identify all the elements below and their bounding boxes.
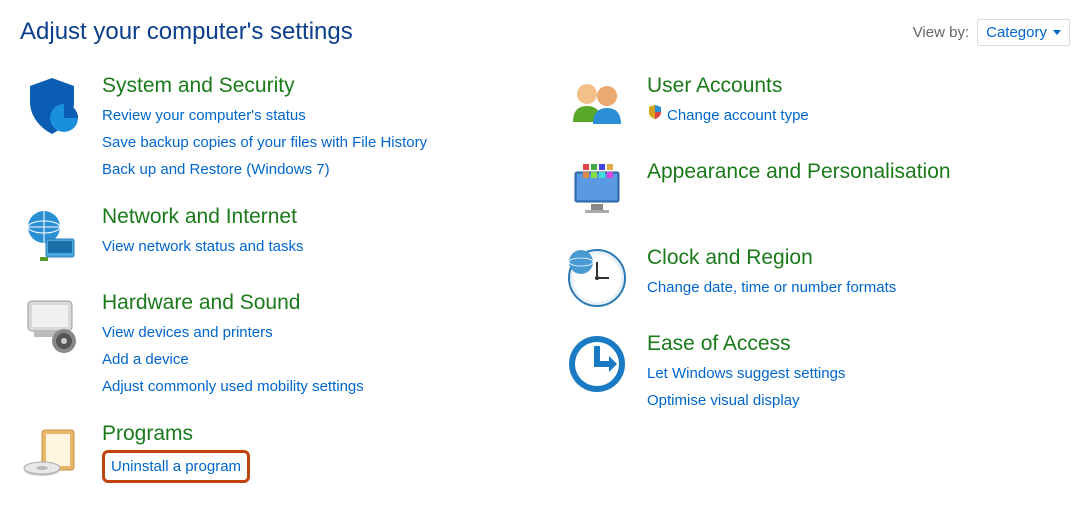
category-block: Ease of Access Let Windows suggest settin… bbox=[565, 332, 1070, 414]
category-body: System and Security Review your computer'… bbox=[102, 74, 525, 183]
category-title[interactable]: User Accounts bbox=[647, 74, 1070, 98]
link-text: View network status and tasks bbox=[102, 233, 304, 260]
category-body: Network and Internet View network status … bbox=[102, 205, 525, 260]
network-icon[interactable] bbox=[20, 205, 84, 269]
category-title[interactable]: System and Security bbox=[102, 74, 525, 98]
view-by-control: View by: Category bbox=[913, 19, 1070, 46]
category-title[interactable]: Programs bbox=[102, 422, 525, 446]
uac-shield-icon bbox=[647, 102, 663, 129]
link-text: Save backup copies of your files with Fi… bbox=[102, 129, 427, 156]
link-text: View devices and printers bbox=[102, 319, 273, 346]
category-body: Appearance and Personalisation bbox=[647, 160, 1070, 188]
page-title: Adjust your computer's settings bbox=[20, 18, 353, 46]
appearance-icon[interactable] bbox=[565, 160, 629, 224]
category-block: Hardware and Sound View devices and print… bbox=[20, 291, 525, 400]
view-by-label: View by: bbox=[913, 24, 969, 41]
ease-icon[interactable] bbox=[565, 332, 629, 396]
link-text: Change date, time or number formats bbox=[647, 274, 896, 301]
category-body: Ease of Access Let Windows suggest settin… bbox=[647, 332, 1070, 414]
category-link[interactable]: Review your computer's status bbox=[102, 102, 525, 129]
category-title[interactable]: Network and Internet bbox=[102, 205, 525, 229]
category-link[interactable]: View devices and printers bbox=[102, 319, 525, 346]
users-icon[interactable] bbox=[565, 74, 629, 138]
category-block: User Accounts Change account type bbox=[565, 74, 1070, 138]
category-title[interactable]: Clock and Region bbox=[647, 246, 1070, 270]
category-body: Hardware and Sound View devices and print… bbox=[102, 291, 525, 400]
category-link[interactable]: Uninstall a program bbox=[102, 450, 250, 483]
category-link[interactable]: Save backup copies of your files with Fi… bbox=[102, 129, 525, 156]
category-link[interactable]: Change account type bbox=[647, 102, 1070, 129]
link-text: Let Windows suggest settings bbox=[647, 360, 845, 387]
clock-icon[interactable] bbox=[565, 246, 629, 310]
category-body: Programs Uninstall a program bbox=[102, 422, 525, 483]
category-block: Appearance and Personalisation bbox=[565, 160, 1070, 224]
category-link[interactable]: Add a device bbox=[102, 346, 525, 373]
category-title[interactable]: Ease of Access bbox=[647, 332, 1070, 356]
category-body: Clock and Region Change date, time or num… bbox=[647, 246, 1070, 301]
category-link[interactable]: View network status and tasks bbox=[102, 233, 525, 260]
category-block: Programs Uninstall a program bbox=[20, 422, 525, 486]
category-link[interactable]: Back up and Restore (Windows 7) bbox=[102, 156, 525, 183]
category-title[interactable]: Hardware and Sound bbox=[102, 291, 525, 315]
category-link[interactable]: Let Windows suggest settings bbox=[647, 360, 1070, 387]
category-block: Clock and Region Change date, time or num… bbox=[565, 246, 1070, 310]
link-text: Review your computer's status bbox=[102, 102, 306, 129]
category-link[interactable]: Change date, time or number formats bbox=[647, 274, 1070, 301]
link-text: Back up and Restore (Windows 7) bbox=[102, 156, 330, 183]
category-block: Network and Internet View network status … bbox=[20, 205, 525, 269]
category-link[interactable]: Adjust commonly used mobility settings bbox=[102, 373, 525, 400]
category-link[interactable]: Optimise visual display bbox=[647, 387, 1070, 414]
programs-icon[interactable] bbox=[20, 422, 84, 486]
category-title[interactable]: Appearance and Personalisation bbox=[647, 160, 1070, 184]
link-text: Optimise visual display bbox=[647, 387, 800, 414]
link-text: Change account type bbox=[667, 102, 809, 129]
shield-icon[interactable] bbox=[20, 74, 84, 138]
link-text: Add a device bbox=[102, 346, 189, 373]
chevron-down-icon bbox=[1053, 30, 1061, 35]
view-by-value: Category bbox=[986, 24, 1047, 41]
category-block: System and Security Review your computer'… bbox=[20, 74, 525, 183]
link-text: Uninstall a program bbox=[111, 458, 241, 475]
hardware-icon[interactable] bbox=[20, 291, 84, 355]
link-text: Adjust commonly used mobility settings bbox=[102, 373, 364, 400]
view-by-dropdown[interactable]: Category bbox=[977, 19, 1070, 46]
category-body: User Accounts Change account type bbox=[647, 74, 1070, 129]
